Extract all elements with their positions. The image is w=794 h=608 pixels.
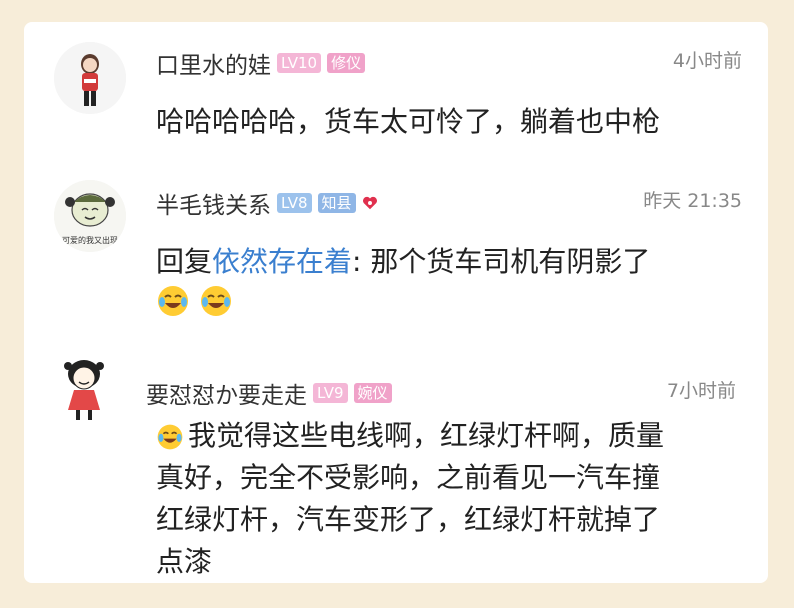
username-text[interactable]: 口里水的娃 xyxy=(156,46,271,80)
username-text[interactable]: 要怼怼か要走走 xyxy=(146,376,307,410)
cartoon-girl-avatar-icon xyxy=(48,352,120,424)
comment-line: 点漆 xyxy=(156,545,213,578)
username-text[interactable]: 半毛钱关系 xyxy=(156,186,271,220)
reply-prefix: 回复 xyxy=(156,245,213,278)
avatar-caption: 可爱的我又出现 xyxy=(62,236,118,245)
comment-text: 哈哈哈哈哈，货车太可怜了，躺着也中枪 xyxy=(156,105,661,138)
emoji-row xyxy=(156,284,237,318)
title-badge: 知县 xyxy=(317,193,356,213)
comment-line: 我觉得这些电线啊，红绿灯杆啊，质量 xyxy=(156,415,664,457)
comment-line: 红绿灯杆，汽车变形了，红绿灯杆就掉了 xyxy=(156,503,661,536)
avatar[interactable] xyxy=(54,42,126,114)
comment-line: 真好，完全不受影响，之前看见一汽车撞 xyxy=(156,461,661,494)
title-badge: 修仪 xyxy=(327,53,366,73)
reply-user-link[interactable]: 依然存在着 xyxy=(212,245,352,278)
title-badge: 婉仪 xyxy=(353,383,392,403)
timestamp: 4小时前 xyxy=(672,50,742,72)
level-badge: LV9 xyxy=(313,383,348,403)
timestamp: 7小时前 xyxy=(666,380,736,402)
laughing-tears-emoji-icon xyxy=(201,286,232,316)
comment-text: 回复依然存在着: 那个货车司机有阴影了 xyxy=(156,241,650,283)
avatar[interactable] xyxy=(48,352,120,424)
username[interactable]: 要怼怼か要走走 LV9 婉仪 xyxy=(146,376,392,410)
comment-text: 我觉得这些电线啊，红绿灯杆啊，质量 真好，完全不受影响，之前看见一汽车撞 红绿灯… xyxy=(156,415,664,583)
level-badge: LV10 xyxy=(277,53,322,73)
laughing-tears-emoji-icon xyxy=(157,424,183,450)
reply-text: : 那个货车司机有阴影了 xyxy=(352,245,651,278)
girl-avatar-icon xyxy=(54,42,126,114)
heart-icon xyxy=(362,196,377,210)
timestamp: 昨天 21:35 xyxy=(643,190,742,212)
level-badge: LV8 xyxy=(277,193,312,213)
laughing-tears-emoji-icon xyxy=(158,286,188,316)
username[interactable]: 口里水的娃 LV10 修仪 xyxy=(156,46,366,80)
avatar[interactable]: 可爱的我又出现 xyxy=(54,180,126,252)
comment-line-text: 我觉得这些电线啊，红绿灯杆啊，质量 xyxy=(188,419,665,452)
username[interactable]: 半毛钱关系 LV8 知县 xyxy=(156,186,379,220)
comment-card: 口里水的娃 LV10 修仪 4小时前 哈哈哈哈哈，货车太可怜了，躺着也中枪 可爱… xyxy=(24,22,768,583)
